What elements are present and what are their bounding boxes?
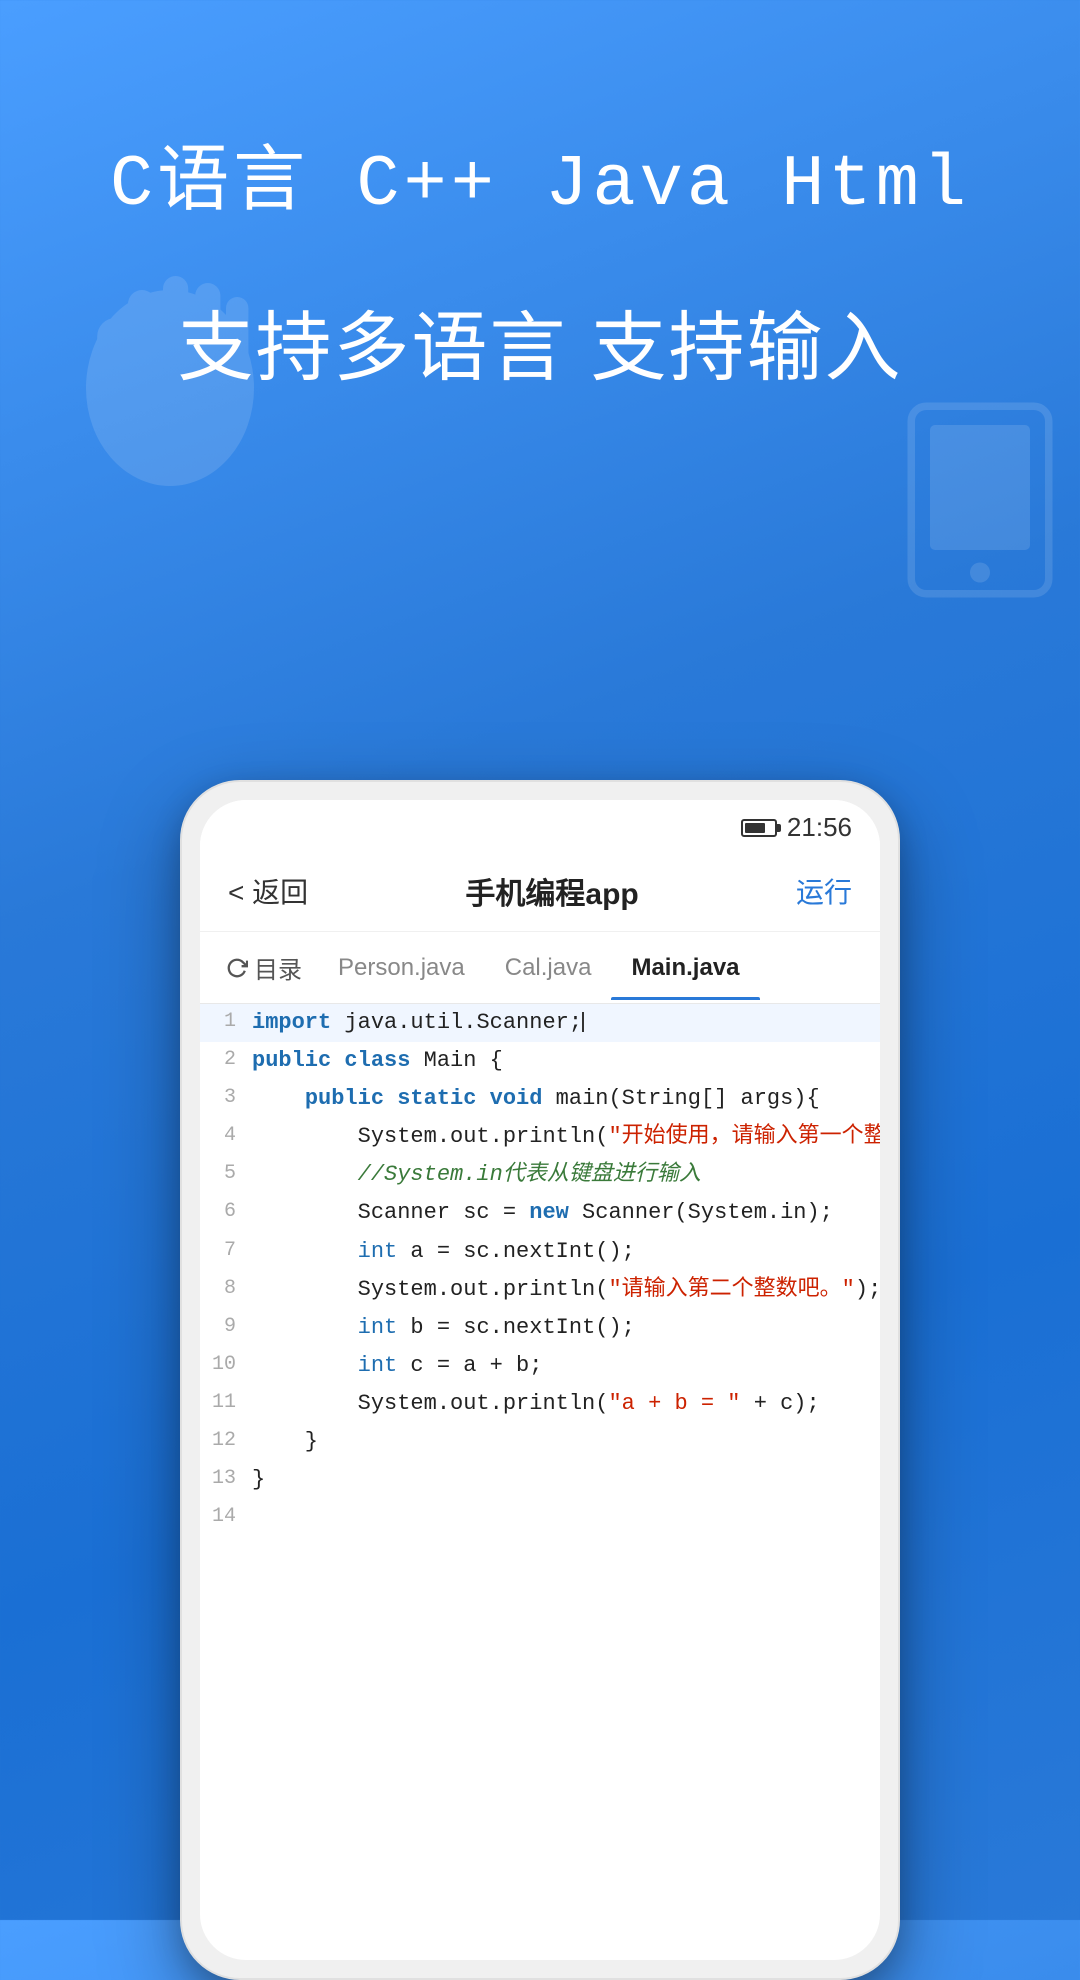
header-section: C语言 C++ Java Html 支持多语言 支持输入 xyxy=(0,0,1080,396)
phone-mockup: 21:56 < 返回 手机编程app 运行 目录 xyxy=(180,780,900,1980)
back-button[interactable]: < 返回 xyxy=(228,871,308,911)
back-label: < 返回 xyxy=(228,871,308,911)
app-header: < 返回 手机编程app 运行 xyxy=(200,851,880,932)
run-button[interactable]: 运行 xyxy=(796,871,852,911)
code-editor[interactable]: 1 import java.util.Scanner; 2 public cla… xyxy=(200,1004,880,1904)
status-bar: 21:56 xyxy=(200,800,880,851)
code-line-4: 4 System.out.println("开始使用，请输入第一个整数吧。"); xyxy=(200,1118,880,1156)
tab-person-label: Person.java xyxy=(338,954,465,981)
subtitle-line: 支持多语言 支持输入 xyxy=(0,286,1080,396)
tab-directory[interactable]: 目录 xyxy=(210,932,318,1003)
code-line-9: 9 int b = sc.nextInt(); xyxy=(200,1309,880,1347)
code-line-3: 3 public static void main(String[] args)… xyxy=(200,1080,880,1118)
tab-cal-java[interactable]: Cal.java xyxy=(485,936,612,1000)
battery-icon xyxy=(741,819,777,837)
tabs-bar: 目录 Person.java Cal.java Main.java xyxy=(200,932,880,1004)
directory-tab-label: 目录 xyxy=(254,950,302,985)
tab-main-java[interactable]: Main.java xyxy=(611,936,759,1000)
code-line-12: 12 } xyxy=(200,1423,880,1461)
tab-person-java[interactable]: Person.java xyxy=(318,936,485,1000)
code-line-1: 1 import java.util.Scanner; xyxy=(200,1004,880,1042)
tab-main-label: Main.java xyxy=(631,954,739,981)
code-line-5: 5 //System.in代表从键盘进行输入 xyxy=(200,1156,880,1194)
code-line-10: 10 int c = a + b; xyxy=(200,1347,880,1385)
phone-inner: 21:56 < 返回 手机编程app 运行 目录 xyxy=(200,800,880,1960)
code-line-14: 14 xyxy=(200,1499,880,1533)
code-line-13: 13 } xyxy=(200,1461,880,1499)
battery-fill xyxy=(745,823,765,833)
refresh-icon xyxy=(226,957,248,979)
phone-outer: 21:56 < 返回 手机编程app 运行 目录 xyxy=(180,780,900,1980)
decorative-tablet-icon xyxy=(900,400,1060,600)
app-title: 手机编程app xyxy=(465,869,638,913)
code-line-6: 6 Scanner sc = new Scanner(System.in); xyxy=(200,1194,880,1232)
code-line-7: 7 int a = sc.nextInt(); xyxy=(200,1233,880,1271)
lang-line: C语言 C++ Java Html xyxy=(0,120,1080,226)
status-time: 21:56 xyxy=(787,812,852,843)
code-line-11: 11 System.out.println("a + b = " + c); xyxy=(200,1385,880,1423)
code-line-2: 2 public class Main { xyxy=(200,1042,880,1080)
code-line-8: 8 System.out.println("请输入第二个整数吧。"); xyxy=(200,1271,880,1309)
tab-cal-label: Cal.java xyxy=(505,954,592,981)
